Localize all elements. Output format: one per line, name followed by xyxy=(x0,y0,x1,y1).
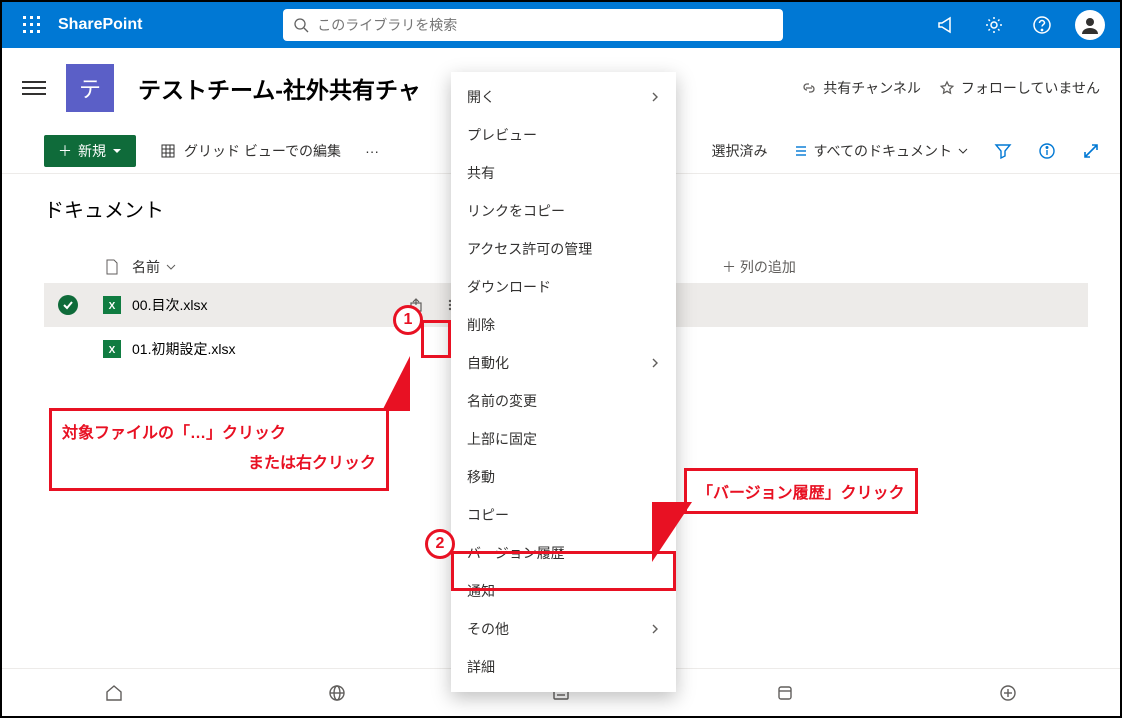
context-menu-item[interactable]: 削除 xyxy=(451,306,676,344)
context-menu-item[interactable]: 通知 xyxy=(451,572,676,610)
context-menu-item[interactable]: 開く xyxy=(451,78,676,116)
plus-icon: ＋ xyxy=(58,141,72,161)
add-column-button[interactable]: ＋ 列の追加 xyxy=(722,257,922,277)
annotation-box-1: 対象ファイルの「…」クリック または右クリック xyxy=(49,408,389,491)
col-name[interactable]: 名前 xyxy=(132,257,472,277)
suite-actions xyxy=(924,3,1112,47)
grid-edit-button[interactable]: グリッド ビューでの編集 xyxy=(160,141,341,161)
annotation-pointer-2 xyxy=(652,502,692,562)
selected-count: 選択済み xyxy=(712,141,768,161)
follow-toggle[interactable]: フォローしていません xyxy=(939,78,1100,98)
chevron-down-icon xyxy=(112,146,122,156)
check-icon[interactable] xyxy=(58,295,78,315)
search-input[interactable] xyxy=(317,17,773,33)
svg-text:X: X xyxy=(109,301,116,312)
context-menu-item[interactable]: プレビュー xyxy=(451,116,676,154)
svg-text:X: X xyxy=(109,345,116,356)
grid-icon xyxy=(160,143,176,159)
account-icon[interactable] xyxy=(1068,3,1112,47)
grid-edit-label: グリッド ビューでの編集 xyxy=(184,141,341,161)
annotation-pointer-1 xyxy=(382,356,410,411)
expand-icon[interactable] xyxy=(1082,142,1100,160)
command-bar-right: 選択済み すべてのドキュメント xyxy=(712,141,1100,161)
new-button[interactable]: ＋ 新規 xyxy=(44,135,136,167)
search-wrapper xyxy=(142,9,924,41)
chevron-right-icon xyxy=(650,92,660,102)
info-icon[interactable] xyxy=(1038,142,1056,160)
context-menu: 開くプレビュー共有リンクをコピーアクセス許可の管理ダウンロード削除自動化名前の変… xyxy=(451,72,676,692)
app-launcher-icon[interactable] xyxy=(10,3,54,47)
add-icon[interactable] xyxy=(896,683,1120,703)
overflow-button[interactable]: ··· xyxy=(365,143,379,159)
chevron-right-icon xyxy=(650,624,660,634)
context-menu-item[interactable]: 自動化 xyxy=(451,344,676,382)
files-icon[interactable] xyxy=(673,683,897,703)
context-menu-item[interactable]: コピー xyxy=(451,496,676,534)
follow-label: フォローしていません xyxy=(961,78,1100,98)
nav-toggle-icon[interactable] xyxy=(22,81,46,95)
excel-icon: X xyxy=(103,296,121,314)
annotation-box-2: 「バージョン履歴」クリック xyxy=(684,468,918,514)
new-label: 新規 xyxy=(78,141,106,161)
context-menu-item[interactable]: その他 xyxy=(451,610,676,648)
view-switcher[interactable]: すべてのドキュメント xyxy=(794,141,968,161)
context-menu-item[interactable]: アクセス許可の管理 xyxy=(451,230,676,268)
context-menu-item[interactable]: 移動 xyxy=(451,458,676,496)
context-menu-item[interactable]: リンクをコピー xyxy=(451,192,676,230)
chevron-right-icon xyxy=(650,358,660,368)
shared-channel-link[interactable]: 共有チャンネル xyxy=(801,78,921,98)
star-icon xyxy=(939,80,955,96)
shared-channel-label: 共有チャンネル xyxy=(823,78,921,98)
search-icon xyxy=(293,17,309,33)
chevron-down-icon xyxy=(166,262,176,272)
home-icon[interactable] xyxy=(2,683,226,703)
context-menu-item[interactable]: 名前の変更 xyxy=(451,382,676,420)
site-logo[interactable]: テ xyxy=(66,64,114,112)
context-menu-item[interactable]: 共有 xyxy=(451,154,676,192)
context-menu-item[interactable]: ダウンロード xyxy=(451,268,676,306)
brand-label: SharePoint xyxy=(58,16,142,34)
suite-bar: SharePoint xyxy=(2,2,1120,48)
file-icon xyxy=(105,259,119,275)
excel-icon: X xyxy=(103,340,121,358)
list-icon xyxy=(794,144,808,158)
gear-icon[interactable] xyxy=(972,3,1016,47)
context-menu-item[interactable]: 上部に固定 xyxy=(451,420,676,458)
file-name[interactable]: 00.目次.xlsx xyxy=(132,295,207,315)
help-icon[interactable] xyxy=(1020,3,1064,47)
chevron-down-icon xyxy=(958,146,968,156)
filter-icon[interactable] xyxy=(994,142,1012,160)
view-name: すべてのドキュメント xyxy=(814,141,952,161)
context-menu-item[interactable]: 詳細 xyxy=(451,648,676,686)
link-icon xyxy=(801,80,817,96)
megaphone-icon[interactable] xyxy=(924,3,968,47)
globe-icon[interactable] xyxy=(226,683,450,703)
annotation-badge-1: 1 xyxy=(393,305,423,335)
search-box[interactable] xyxy=(283,9,783,41)
file-name[interactable]: 01.初期設定.xlsx xyxy=(132,339,235,359)
header-actions: 共有チャンネル フォローしていません xyxy=(801,78,1100,98)
annotation-badge-2: 2 xyxy=(425,529,455,559)
context-menu-item[interactable]: バージョン履歴 xyxy=(451,534,676,572)
